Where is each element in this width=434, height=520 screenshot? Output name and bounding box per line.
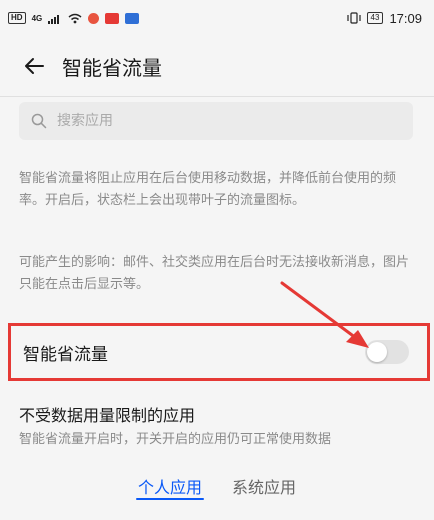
search-input[interactable] [55, 112, 379, 130]
search-icon [31, 113, 47, 129]
notification-app-icon [105, 12, 120, 24]
page-title: 智能省流量 [62, 55, 162, 80]
divider [0, 96, 434, 97]
vibrate-icon [346, 12, 361, 24]
tab-personal-apps[interactable]: 个人应用 [135, 470, 205, 510]
back-button[interactable] [8, 40, 60, 92]
feature-description: 智能省流量将阻止应用在后台使用移动数据，并降低前台使用的频率。开启后，状态栏上会… [19, 171, 397, 208]
network-indicator: 4G [31, 13, 43, 23]
app-tabs: 个人应用 系统应用 [0, 470, 434, 510]
unrestricted-apps-title: 不受数据用量限制的应用 [19, 406, 196, 425]
data-saver-switch[interactable] [365, 340, 409, 364]
data-saver-toggle-row[interactable]: 智能省流量 [8, 323, 430, 381]
clock: 17:09 [389, 10, 422, 26]
search-box[interactable] [19, 102, 413, 140]
switch-knob [367, 342, 387, 362]
status-bar-right: 43 17:09 [346, 10, 422, 26]
notification-app-icon [88, 12, 100, 24]
toggle-label: 智能省流量 [23, 344, 108, 365]
hd-indicator: HD [8, 12, 26, 24]
status-bar: HD 4G 43 17:09 [0, 0, 434, 36]
battery-icon: 43 [366, 12, 384, 24]
arrow-left-icon [25, 58, 44, 74]
unrestricted-apps-subtitle: 智能省流量开启时，开关开启的应用仍可正常使用数据 [19, 432, 332, 447]
tab-system-apps[interactable]: 系统应用 [232, 470, 296, 510]
app-bar: 智能省流量 [0, 36, 434, 96]
impact-description: 可能产生的影响：邮件、社交类应用在后台时无法接收新消息，图片只能在点击后显示等。 [19, 255, 410, 292]
notification-app-icon [125, 12, 140, 24]
signal-icon [48, 14, 60, 24]
wifi-icon [68, 13, 82, 23]
status-bar-left: HD 4G [8, 12, 140, 24]
